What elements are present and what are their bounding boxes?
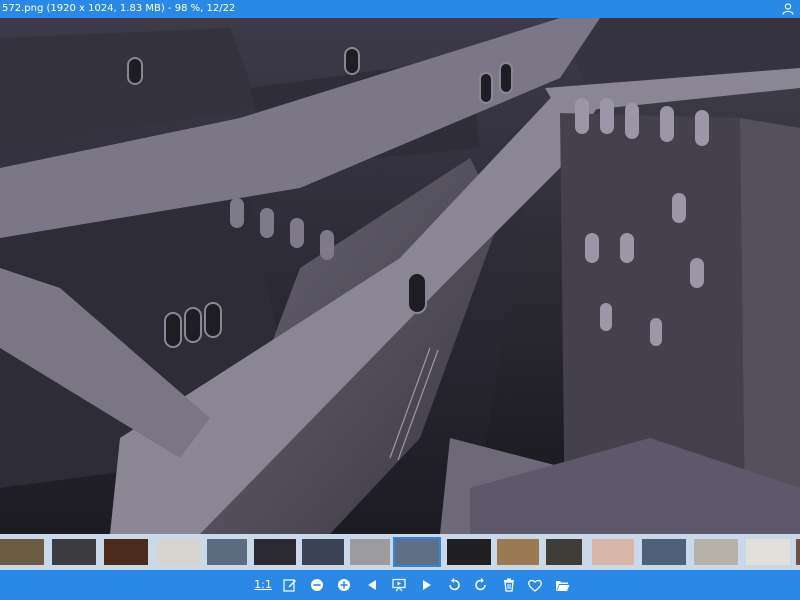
previous-icon[interactable] bbox=[363, 576, 381, 594]
thumbnail[interactable] bbox=[0, 539, 44, 565]
thumbnail-strip[interactable] bbox=[0, 534, 800, 570]
delete-icon[interactable] bbox=[500, 576, 518, 594]
title-bar: 572.png (1920 x 1024, 1.83 MB) - 98 %, 1… bbox=[0, 0, 800, 18]
thumbnail[interactable] bbox=[546, 539, 582, 565]
zoom-out-icon[interactable] bbox=[308, 576, 326, 594]
thumbnail[interactable] bbox=[447, 539, 491, 565]
open-folder-icon[interactable] bbox=[553, 576, 571, 594]
thumbnail[interactable] bbox=[592, 539, 634, 565]
thumbnail[interactable] bbox=[302, 539, 344, 565]
rotate-right-icon[interactable] bbox=[472, 576, 490, 594]
next-icon[interactable] bbox=[418, 576, 436, 594]
thumbnail[interactable] bbox=[746, 539, 790, 565]
zoom-in-icon[interactable] bbox=[335, 576, 353, 594]
thumbnail[interactable] bbox=[157, 539, 201, 565]
thumbnail[interactable] bbox=[694, 539, 738, 565]
displayed-image bbox=[0, 18, 800, 534]
thumbnail[interactable] bbox=[104, 539, 148, 565]
slideshow-icon[interactable] bbox=[390, 576, 408, 594]
actual-size-button[interactable]: 1:1 bbox=[253, 576, 273, 594]
edit-icon[interactable] bbox=[281, 576, 299, 594]
bottom-toolbar: 1:1 bbox=[0, 570, 800, 600]
actual-size-label: 1:1 bbox=[254, 578, 272, 591]
thumbnail[interactable] bbox=[497, 539, 539, 565]
thumbnail-selected[interactable] bbox=[393, 537, 441, 567]
thumbnail[interactable] bbox=[350, 539, 390, 565]
user-icon[interactable] bbox=[780, 1, 796, 17]
thumbnail[interactable] bbox=[52, 539, 96, 565]
thumbnail[interactable] bbox=[207, 539, 247, 565]
window-title: 572.png (1920 x 1024, 1.83 MB) - 98 %, 1… bbox=[2, 3, 236, 14]
favorite-icon[interactable] bbox=[526, 576, 544, 594]
rotate-left-icon[interactable] bbox=[445, 576, 463, 594]
thumbnail[interactable] bbox=[254, 539, 296, 565]
thumbnail[interactable] bbox=[796, 539, 800, 565]
image-viewer[interactable] bbox=[0, 18, 800, 534]
thumbnail[interactable] bbox=[642, 539, 686, 565]
